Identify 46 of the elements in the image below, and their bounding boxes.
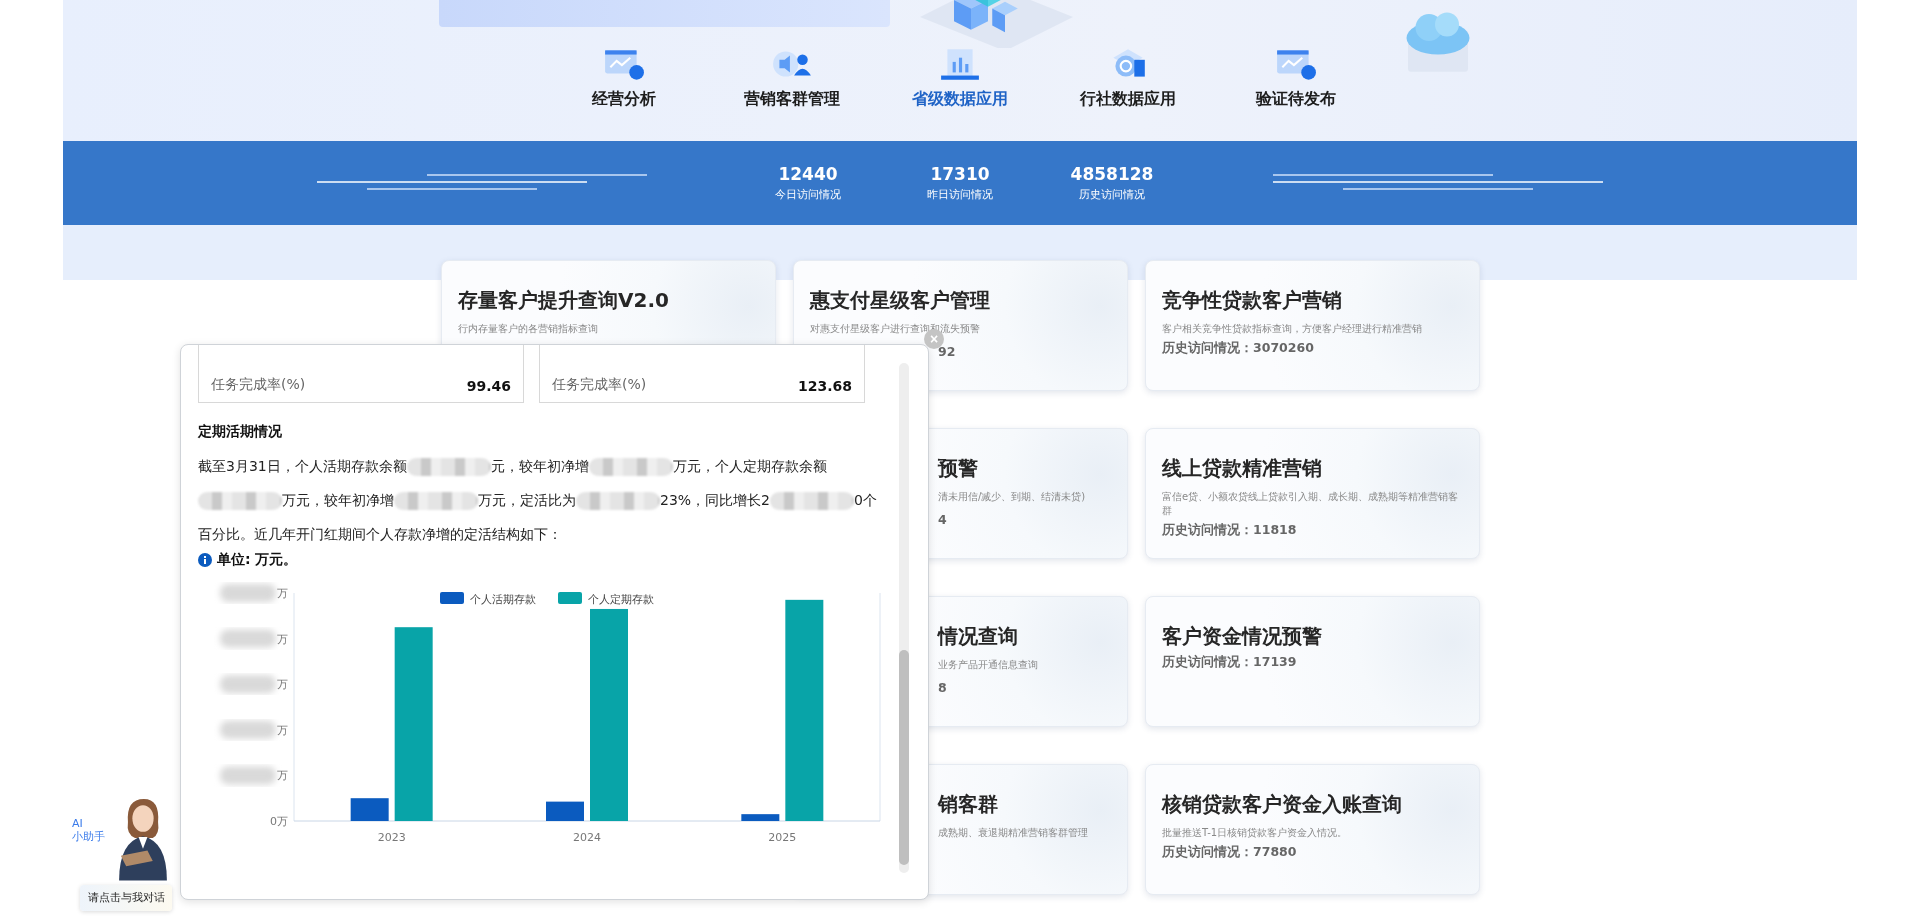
axis-label: 2023: [377, 831, 406, 844]
stat-label: 今日访问情况: [775, 187, 841, 202]
assistant-tag: AI: [72, 817, 105, 830]
visit-count: 历史访问情况：11818: [1162, 522, 1297, 539]
card-title: 情况查询: [938, 623, 1018, 650]
card-description: 富信e贷、小额农贷线上贷款引入期、成长期、成熟期等精准营销客群: [1162, 490, 1460, 518]
visit-count: 8: [938, 680, 947, 695]
metric-value: 99.46: [466, 378, 511, 394]
card-description: 清未用信/减少、到期、结清未贷): [938, 490, 1086, 504]
card-description: 业务产品开通信息查询: [938, 658, 1038, 672]
visit-count: 历史访问情况：17139: [1162, 654, 1297, 671]
axis-label: 万: [277, 678, 288, 692]
card-title: 预警: [938, 455, 978, 482]
stat-label: 昨日访问情况: [927, 187, 993, 202]
card-description: 成熟期、衰退期精准营销客群管理: [938, 826, 1088, 840]
metric-value: 123.68: [797, 378, 852, 394]
card-description: 客户相关竞争性贷款指标查询，方便客户经理进行精准营销: [1162, 322, 1422, 336]
visit-count: 历史访问情况：3070260: [1162, 340, 1314, 357]
stat-value: 4858128: [1070, 164, 1154, 184]
axis-label: 2024: [573, 831, 601, 844]
stat-value: 17310: [930, 164, 990, 184]
section-title: 定期活期情况: [198, 423, 283, 441]
card-title: 核销贷款客户资金入账查询: [1162, 791, 1402, 818]
card-title: 存量客户提升查询V2.0: [458, 287, 669, 314]
card-description: 行内存量客户的各营销指标查询: [458, 322, 598, 336]
card-title: 惠支付星级客户管理: [810, 287, 990, 314]
axis-label: 万: [277, 723, 288, 737]
legend-item: 个人定期存款: [558, 592, 654, 606]
card-title: 客户资金情况预警: [1162, 623, 1322, 650]
stat-value: 12440: [778, 164, 838, 184]
axis-label: 万: [277, 587, 288, 600]
unit-note: 单位: 万元。: [217, 551, 298, 569]
card-description: 批量推送T-1日核销贷款客户资金入情况。: [1162, 826, 1348, 840]
card-title: 线上贷款精准营销: [1162, 455, 1322, 482]
card-title: 竞争性贷款客户营销: [1162, 287, 1342, 314]
axis-label: 0万: [270, 815, 288, 828]
axis-label: 万: [277, 632, 288, 646]
visit-count: 4: [938, 512, 947, 527]
visit-count: 历史访问情况：77880: [1162, 844, 1297, 861]
metric-label: 任务完成率(%): [211, 376, 306, 394]
legend-item: 个人活期存款: [440, 592, 536, 606]
metric-label: 任务完成率(%): [552, 376, 647, 394]
axis-label: 万: [277, 769, 288, 783]
assistant-tag: 小助手: [72, 830, 105, 843]
card-title: 销客群: [938, 791, 998, 818]
stat-label: 历史访问情况: [1079, 187, 1145, 202]
